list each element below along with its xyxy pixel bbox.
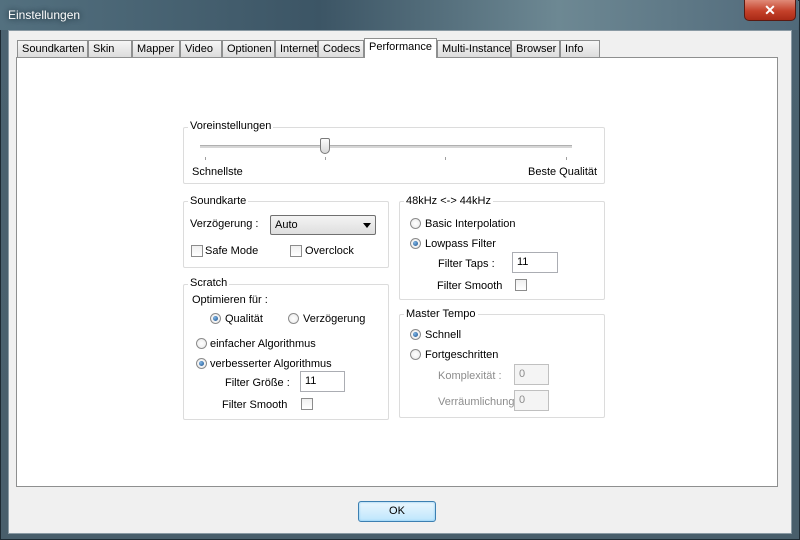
quality-radio[interactable]: [210, 313, 221, 324]
tab-internet[interactable]: Internet: [275, 40, 318, 57]
title-bar[interactable]: [0, 0, 798, 30]
soundcard-title: Soundkarte: [188, 195, 249, 207]
presets-left-label: Schnellste: [192, 166, 243, 178]
simple-algorithm-radio[interactable]: [196, 338, 207, 349]
close-button[interactable]: ✕: [744, 0, 796, 21]
resample-filter-smooth-checkbox[interactable]: [515, 279, 527, 291]
tab-optionen[interactable]: Optionen: [222, 40, 275, 57]
latency-radio-label: Verzögerung: [303, 313, 366, 325]
performance-panel: [16, 57, 778, 487]
simple-algorithm-label: einfacher Algorithmus: [210, 338, 316, 350]
quality-label: Qualität: [225, 313, 263, 325]
safe-mode-checkbox[interactable]: [191, 245, 203, 257]
slider-tick: [445, 157, 446, 160]
presets-right-label: Beste Qualität: [528, 166, 598, 178]
complexity-input[interactable]: 0: [514, 364, 549, 385]
presets-slider-thumb[interactable]: [320, 138, 330, 154]
tab-video[interactable]: Video: [180, 40, 222, 57]
slider-tick: [205, 157, 206, 160]
filter-taps-label: Filter Taps :: [438, 258, 495, 270]
complexity-label: Komplexität :: [438, 370, 502, 382]
chevron-down-icon: [363, 223, 371, 228]
tab-skin[interactable]: Skin: [88, 40, 132, 57]
tab-multi-instance[interactable]: Multi-Instance: [437, 40, 511, 57]
basic-interpolation-label: Basic Interpolation: [425, 218, 516, 230]
spatial-input[interactable]: 0: [514, 390, 549, 411]
resample-title: 48kHz <-> 44kHz: [404, 195, 493, 207]
lowpass-filter-radio[interactable]: [410, 238, 421, 249]
filter-taps-input[interactable]: 11: [512, 252, 558, 273]
tab-performance[interactable]: Performance: [364, 38, 437, 58]
safe-mode-label: Safe Mode: [205, 245, 259, 257]
spatial-label: Verräumlichung: [438, 396, 515, 408]
advanced-radio[interactable]: [410, 349, 421, 360]
filter-size-label: Filter Größe :: [225, 377, 290, 389]
slider-tick: [325, 157, 326, 160]
latency-radio[interactable]: [288, 313, 299, 324]
latency-select[interactable]: Auto: [270, 215, 376, 235]
ok-button[interactable]: OK: [358, 501, 436, 522]
fast-radio[interactable]: [410, 329, 421, 340]
tab-info[interactable]: Info: [560, 40, 600, 57]
scratch-filter-smooth-checkbox[interactable]: [301, 398, 313, 410]
latency-label: Verzögerung :: [190, 218, 259, 230]
window-title: Einstellungen: [8, 8, 81, 22]
tab-codecs[interactable]: Codecs: [318, 40, 364, 57]
fast-label: Schnell: [425, 329, 462, 341]
presets-title: Voreinstellungen: [188, 120, 274, 132]
tab-browser[interactable]: Browser: [511, 40, 560, 57]
tab-soundkarten[interactable]: Soundkarten: [17, 40, 88, 57]
slider-tick: [566, 157, 567, 160]
overclock-checkbox[interactable]: [290, 245, 302, 257]
master-tempo-title: Master Tempo: [404, 308, 478, 320]
overclock-label: Overclock: [305, 245, 354, 257]
improved-algorithm-label: verbesserter Algorithmus: [210, 358, 332, 370]
resample-filter-smooth-label: Filter Smooth: [437, 280, 503, 292]
presets-slider-track: [200, 145, 572, 148]
lowpass-filter-label: Lowpass Filter: [425, 238, 496, 250]
advanced-label: Fortgeschritten: [425, 349, 499, 361]
improved-algorithm-radio[interactable]: [196, 358, 207, 369]
close-icon: ✕: [764, 2, 776, 18]
basic-interpolation-radio[interactable]: [410, 218, 421, 229]
tab-mapper[interactable]: Mapper: [132, 40, 180, 57]
optimize-label: Optimieren für :: [192, 294, 268, 306]
latency-select-value: Auto: [275, 219, 298, 231]
scratch-filter-smooth-label: Filter Smooth: [222, 399, 288, 411]
scratch-title: Scratch: [188, 277, 230, 289]
filter-size-input[interactable]: 11: [300, 371, 345, 392]
